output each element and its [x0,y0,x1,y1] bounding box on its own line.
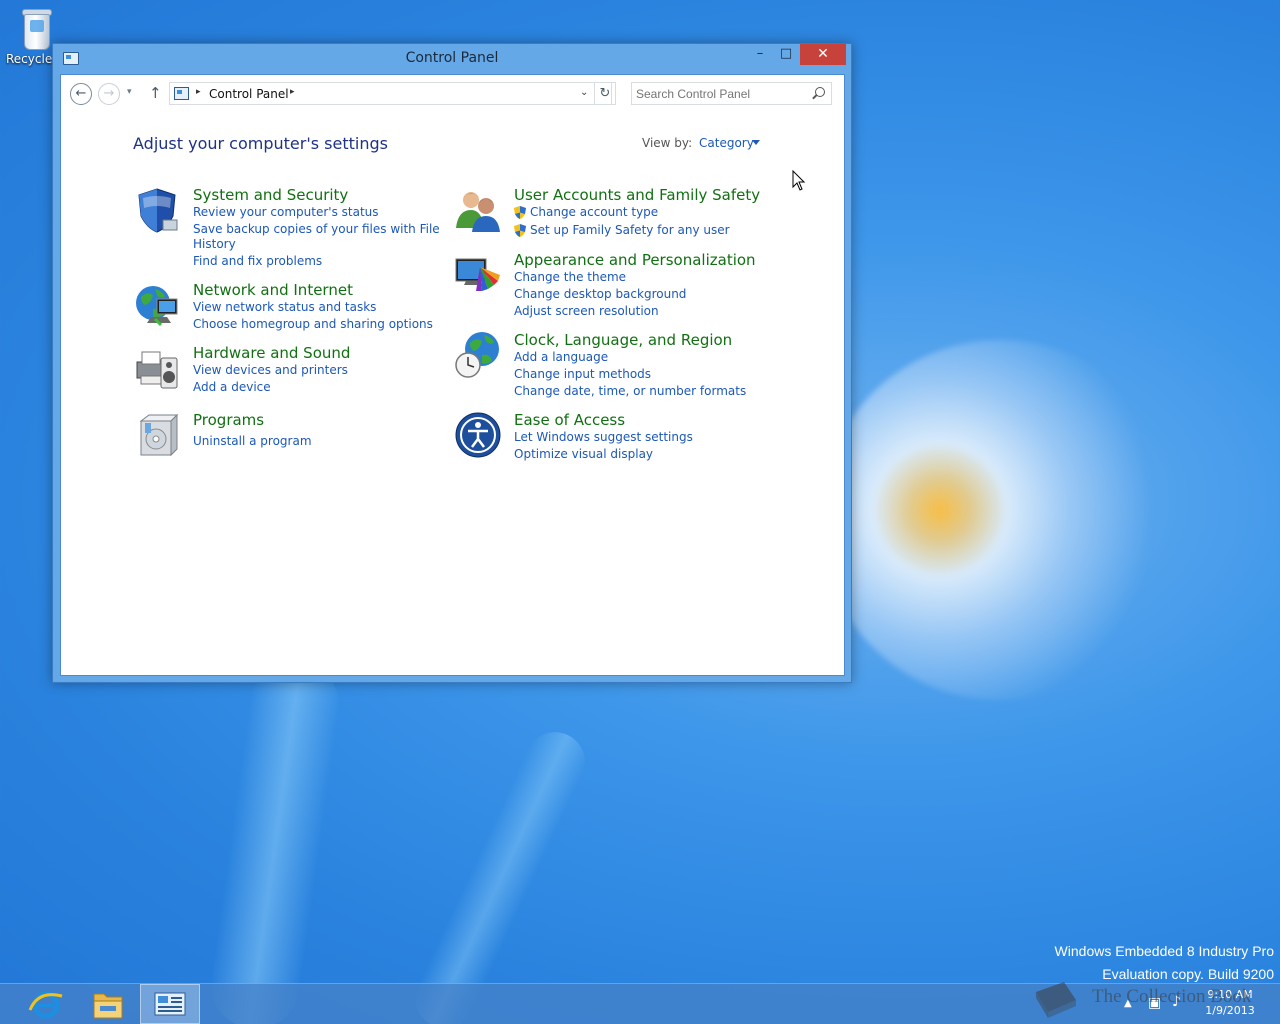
breadcrumb-separator-icon[interactable]: ▸ [196,87,201,97]
taskbar-internet-explorer[interactable] [16,984,76,1024]
category-network-internet: Network and Internet View network status… [133,281,433,331]
uac-shield-icon [514,224,526,237]
chevron-down-icon[interactable] [752,140,760,145]
recent-locations-button[interactable]: ▾ [127,87,132,97]
appearance-monitor-icon[interactable] [454,251,502,299]
window-title: Control Panel [405,50,499,66]
link-change-theme[interactable]: Change the theme [514,270,626,285]
link-find-fix[interactable]: Find and fix problems [193,254,322,269]
category-appearance: Appearance and Personalization Change th… [454,251,784,321]
view-by-label: View by: [642,136,693,150]
breadcrumb-control-panel[interactable]: Control Panel [209,87,289,101]
wallpaper-stem-2 [405,722,595,1024]
category-programs: Programs Uninstall a program [133,411,423,461]
taskbar-file-explorer[interactable] [78,984,138,1024]
control-panel-window[interactable]: Control Panel – □ ✕ ← → ▾ ↑ ▸ Control Pa… [52,43,852,683]
category-system-security: System and Security Review your computer… [133,186,440,276]
category-title[interactable]: Clock, Language, and Region [514,331,732,349]
link-suggest-settings[interactable]: Let Windows suggest settings [514,430,693,445]
brand-text: The Collection Book [1092,986,1252,1007]
category-hardware-sound: Hardware and Sound View devices and prin… [133,344,423,394]
link-optimize-display[interactable]: Optimize visual display [514,447,653,462]
link-family-safety[interactable]: Set up Family Safety for any user [530,223,730,238]
category-title[interactable]: Appearance and Personalization [514,251,756,269]
folder-icon [93,993,123,1019]
wallpaper-flower [820,340,1180,700]
category-title[interactable]: Hardware and Sound [193,344,350,362]
category-title[interactable]: User Accounts and Family Safety [514,186,760,204]
printer-speaker-icon[interactable] [133,344,181,392]
users-icon[interactable] [454,186,502,234]
breadcrumb-chevron-icon[interactable]: ▸ [290,87,295,97]
view-by-dropdown[interactable]: Category [699,136,754,150]
maximize-button[interactable]: □ [773,44,799,65]
book-logo-icon [1036,982,1076,1018]
address-toolbar: ← → ▾ ↑ ▸ Control Panel ▸ ⌄ ↻ [61,75,844,111]
link-save-backup-cont[interactable]: History [193,237,236,252]
page-title: Adjust your computer's settings [133,134,388,153]
programs-box-icon[interactable] [133,411,181,459]
link-save-backup[interactable]: Save backup copies of your files with Fi… [193,222,440,237]
category-title[interactable]: Ease of Access [514,411,625,429]
shield-icon[interactable] [133,186,181,234]
search-box[interactable] [631,82,832,105]
link-homegroup[interactable]: Choose homegroup and sharing options [193,317,433,332]
back-button[interactable]: ← [70,83,92,105]
search-input[interactable] [636,85,806,102]
control-panel-icon [174,87,189,100]
search-icon[interactable] [815,87,825,97]
link-network-status[interactable]: View network status and tasks [193,300,376,315]
category-user-accounts: User Accounts and Family Safety Change a… [454,186,784,241]
category-title[interactable]: System and Security [193,186,348,204]
link-input-methods[interactable]: Change input methods [514,367,651,382]
minimize-button[interactable]: – [747,44,773,65]
refresh-button[interactable]: ↻ [594,82,616,105]
close-button[interactable]: ✕ [800,44,846,65]
ease-of-access-icon[interactable] [454,411,502,459]
link-change-account-type[interactable]: Change account type [530,205,658,220]
brand-overlay: The Collection Book [1030,976,1270,1022]
address-bar[interactable]: ▸ Control Panel ▸ ⌄ [169,82,612,105]
link-date-time-formats[interactable]: Change date, time, or number formats [514,384,746,399]
network-globe-icon[interactable] [133,281,181,329]
internet-explorer-icon [28,991,63,1019]
address-dropdown-icon[interactable]: ⌄ [580,87,588,98]
category-ease-of-access: Ease of Access Let Windows suggest setti… [454,411,784,466]
window-titlebar[interactable]: Control Panel – □ ✕ [53,44,851,74]
forward-button[interactable]: → [98,83,120,105]
window-content: ← → ▾ ↑ ▸ Control Panel ▸ ⌄ ↻ Adjust you… [60,74,845,676]
link-devices-printers[interactable]: View devices and printers [193,363,348,378]
link-add-language[interactable]: Add a language [514,350,608,365]
category-title[interactable]: Programs [193,411,264,429]
up-button[interactable]: ↑ [149,84,162,102]
link-add-device[interactable]: Add a device [193,380,271,395]
recycle-bin-icon [20,6,54,50]
clock-globe-icon[interactable] [454,331,502,379]
mouse-cursor-icon [792,170,806,191]
link-desktop-background[interactable]: Change desktop background [514,287,686,302]
wallpaper-stem [204,655,346,1024]
link-uninstall-program[interactable]: Uninstall a program [193,434,312,449]
category-title[interactable]: Network and Internet [193,281,353,299]
link-screen-resolution[interactable]: Adjust screen resolution [514,304,659,319]
category-clock-language: Clock, Language, and Region Add a langua… [454,331,784,401]
link-review-status[interactable]: Review your computer's status [193,205,379,220]
uac-shield-icon [514,206,526,219]
taskbar-control-panel[interactable] [140,984,200,1024]
watermark-edition: Windows Embedded 8 Industry Pro [1054,943,1274,959]
control-panel-icon [154,992,186,1016]
